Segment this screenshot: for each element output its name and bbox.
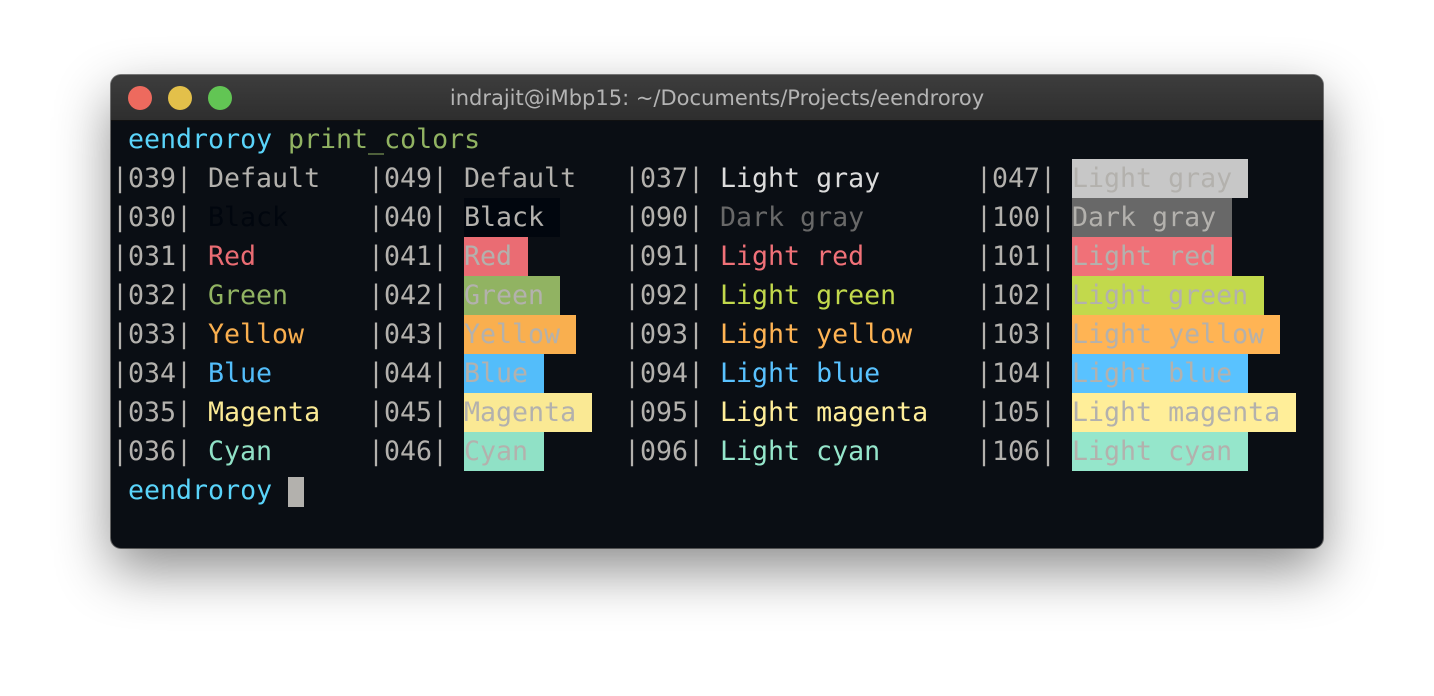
color-sample: Dark gray bbox=[1072, 198, 1232, 237]
color-code: |040| bbox=[368, 202, 449, 233]
color-code: |031| bbox=[112, 241, 193, 272]
color-code: |096| bbox=[624, 436, 705, 467]
color-sample: Light cyan bbox=[1072, 432, 1248, 471]
color-sample: Light gray bbox=[720, 163, 881, 194]
color-sample: Cyan bbox=[464, 432, 544, 471]
color-sample: Red bbox=[208, 241, 257, 272]
color-sample: Blue bbox=[208, 358, 273, 389]
prompt-user: eendroroy bbox=[128, 475, 273, 506]
command-text: print_colors bbox=[288, 124, 481, 155]
color-code: |034| bbox=[112, 358, 193, 389]
color-sample: Light red bbox=[1072, 237, 1232, 276]
color-code: |101| bbox=[976, 241, 1057, 272]
color-sample: Default bbox=[464, 163, 577, 194]
color-code: |035| bbox=[112, 397, 193, 428]
prompt-user: eendroroy bbox=[128, 124, 273, 155]
color-sample: Black bbox=[464, 198, 560, 237]
color-sample: Blue bbox=[464, 354, 544, 393]
terminal-window: indrajit@iMbp15: ~/Documents/Projects/ee… bbox=[111, 75, 1323, 548]
color-code: |100| bbox=[976, 202, 1057, 233]
color-code: |105| bbox=[976, 397, 1057, 428]
color-sample: Light green bbox=[720, 280, 897, 311]
color-code: |046| bbox=[368, 436, 449, 467]
color-sample: Default bbox=[208, 163, 321, 194]
command-line: eendroroy print_colors bbox=[112, 120, 480, 159]
color-sample: Yellow bbox=[464, 315, 576, 354]
color-sample: Yellow bbox=[208, 319, 305, 350]
color-code: |041| bbox=[368, 241, 449, 272]
color-code: |049| bbox=[368, 163, 449, 194]
color-sample: Light yellow bbox=[720, 319, 913, 350]
color-code: |037| bbox=[624, 163, 705, 194]
color-code: |091| bbox=[624, 241, 705, 272]
color-code: |036| bbox=[112, 436, 193, 467]
color-sample: Light cyan bbox=[720, 436, 881, 467]
color-sample: Light magenta bbox=[720, 397, 929, 428]
color-sample: Green bbox=[464, 276, 560, 315]
color-code: |030| bbox=[112, 202, 193, 233]
color-code: |090| bbox=[624, 202, 705, 233]
color-sample: Light magenta bbox=[1072, 393, 1296, 432]
color-sample: Light red bbox=[720, 241, 865, 272]
color-sample: Light yellow bbox=[1072, 315, 1280, 354]
color-code: |039| bbox=[112, 163, 193, 194]
color-sample: Green bbox=[208, 280, 289, 311]
color-code: |093| bbox=[624, 319, 705, 350]
final-prompt-line: eendroroy bbox=[112, 471, 304, 510]
color-code: |103| bbox=[976, 319, 1057, 350]
color-sample: Light green bbox=[1072, 276, 1264, 315]
color-sample: Black bbox=[208, 202, 289, 233]
color-code: |095| bbox=[624, 397, 705, 428]
color-sample: Magenta bbox=[208, 397, 321, 428]
color-code: |094| bbox=[624, 358, 705, 389]
text-cursor bbox=[288, 477, 304, 507]
color-sample: Light gray bbox=[1072, 159, 1248, 198]
color-code: |044| bbox=[368, 358, 449, 389]
color-sample: Light blue bbox=[720, 358, 881, 389]
color-code: |047| bbox=[976, 163, 1057, 194]
color-code: |092| bbox=[624, 280, 705, 311]
color-sample: Light blue bbox=[1072, 354, 1248, 393]
color-code: |042| bbox=[368, 280, 449, 311]
title-bar: indrajit@iMbp15: ~/Documents/Projects/ee… bbox=[111, 75, 1323, 121]
color-code: |033| bbox=[112, 319, 193, 350]
color-sample: Magenta bbox=[464, 393, 592, 432]
window-title: indrajit@iMbp15: ~/Documents/Projects/ee… bbox=[449, 86, 985, 110]
color-code: |104| bbox=[976, 358, 1057, 389]
color-sample: Red bbox=[464, 237, 528, 276]
color-code: |102| bbox=[976, 280, 1057, 311]
color-code: |045| bbox=[368, 397, 449, 428]
color-sample: Dark gray bbox=[720, 202, 865, 233]
color-code: |106| bbox=[976, 436, 1057, 467]
color-code: |043| bbox=[368, 319, 449, 350]
color-sample: Cyan bbox=[208, 436, 273, 467]
color-code: |032| bbox=[112, 280, 193, 311]
